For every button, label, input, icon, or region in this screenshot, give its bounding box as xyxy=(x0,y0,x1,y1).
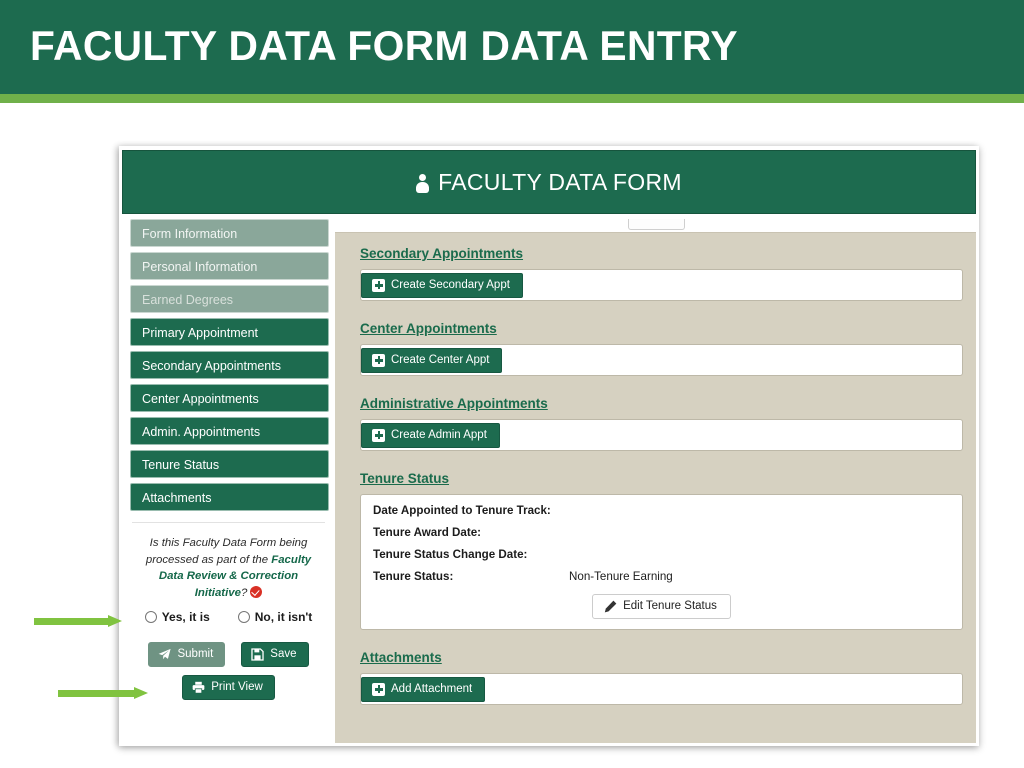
tenure-label-status-change-date: Tenure Status Change Date: xyxy=(373,548,528,561)
tenure-row: Tenure Status: Non-Tenure Earning xyxy=(373,570,950,584)
application-screenshot-card: FACULTY DATA FORM Form Information Perso… xyxy=(119,146,979,746)
secondary-action-row: Print View xyxy=(122,675,335,700)
panel-administrative-appointments: Create Admin Appt xyxy=(360,419,963,451)
review-question-part2: ? xyxy=(240,586,248,599)
panel-secondary-appointments: Create Secondary Appt xyxy=(360,269,963,301)
tenure-label-status: Tenure Status: xyxy=(373,570,454,583)
section-title-attachments: Attachments xyxy=(360,650,442,665)
plus-square-icon xyxy=(372,428,385,442)
create-center-appt-button[interactable]: Create Center Appt xyxy=(361,347,503,373)
tenure-edit-row: Edit Tenure Status xyxy=(373,594,950,619)
radio-option-no[interactable]: No, it isn't xyxy=(237,610,313,624)
floppy-disk-icon xyxy=(251,648,264,661)
sidebar-item-label: Secondary Appointments xyxy=(142,359,281,373)
tenure-row: Tenure Award Date: xyxy=(373,526,950,540)
tenure-value-status: Non-Tenure Earning xyxy=(569,570,673,583)
sidebar: Form Information Personal Information Ea… xyxy=(122,219,335,743)
edit-tenure-status-label: Edit Tenure Status xyxy=(623,600,717,612)
sidebar-item-primary-appointment[interactable]: Primary Appointment xyxy=(130,318,329,346)
required-check-icon xyxy=(250,585,263,598)
arrow-shaft xyxy=(58,690,134,697)
review-radio-group: Yes, it is No, it isn't xyxy=(122,610,335,624)
sidebar-item-admin-appointments[interactable]: Admin. Appointments xyxy=(130,417,329,445)
save-button[interactable]: Save xyxy=(241,642,309,667)
printer-icon xyxy=(192,681,205,694)
edit-tenure-status-button[interactable]: Edit Tenure Status xyxy=(592,594,731,619)
arrow-shaft xyxy=(34,618,108,625)
radio-label-yes: Yes, it is xyxy=(161,610,210,624)
sidebar-item-label: Primary Appointment xyxy=(142,326,259,340)
tenure-label-award-date: Tenure Award Date: xyxy=(373,526,482,539)
sidebar-item-label: Admin. Appointments xyxy=(142,425,261,439)
section-title-tenure-status: Tenure Status xyxy=(360,471,450,486)
sidebar-item-personal-information[interactable]: Personal Information xyxy=(130,252,329,280)
sidebar-item-form-information[interactable]: Form Information xyxy=(130,219,329,247)
sidebar-item-label: Attachments xyxy=(142,491,212,505)
radio-option-yes[interactable]: Yes, it is xyxy=(144,610,210,624)
main-content-scroll-area[interactable]: Secondary Appointments Create Secondary … xyxy=(335,219,976,743)
tenure-row: Tenure Status Change Date: xyxy=(373,548,950,562)
sidebar-item-label: Personal Information xyxy=(142,260,258,274)
create-admin-appt-label: Create Admin Appt xyxy=(391,428,487,441)
app-header-title: FACULTY DATA FORM xyxy=(438,168,682,195)
sidebar-item-attachments[interactable]: Attachments xyxy=(130,483,329,511)
sidebar-item-label: Earned Degrees xyxy=(142,293,234,307)
sidebar-item-secondary-appointments[interactable]: Secondary Appointments xyxy=(130,351,329,379)
panel-attachments: Add Attachment xyxy=(360,673,963,705)
section-attachments: Attachments Add Attachment xyxy=(360,649,963,705)
print-view-button[interactable]: Print View xyxy=(182,675,275,700)
section-center-appointments: Center Appointments Create Center Appt xyxy=(360,320,963,376)
create-secondary-appt-button[interactable]: Create Secondary Appt xyxy=(361,272,523,298)
create-secondary-appt-label: Create Secondary Appt xyxy=(391,278,510,291)
radio-dot-no[interactable] xyxy=(237,611,250,623)
section-title-center-appointments: Center Appointments xyxy=(360,321,497,336)
scrolled-panel-edge xyxy=(335,219,976,233)
save-button-label: Save xyxy=(270,648,297,660)
sidebar-item-center-appointments[interactable]: Center Appointments xyxy=(130,384,329,412)
partially-visible-button[interactable] xyxy=(628,219,685,230)
app-body: Form Information Personal Information Ea… xyxy=(122,219,976,743)
radio-dot-yes[interactable] xyxy=(144,611,157,623)
create-center-appt-label: Create Center Appt xyxy=(391,353,490,366)
primary-action-row: Submit Save xyxy=(122,642,335,667)
plus-square-icon xyxy=(372,682,385,696)
add-attachment-button[interactable]: Add Attachment xyxy=(361,676,486,702)
arrow-head xyxy=(108,615,122,627)
section-title-secondary-appointments: Secondary Appointments xyxy=(360,246,524,261)
create-admin-appt-button[interactable]: Create Admin Appt xyxy=(361,422,500,448)
tenure-row: Date Appointed to Tenure Track: xyxy=(373,504,950,518)
submit-button-label: Submit xyxy=(177,648,214,660)
section-title-administrative-appointments: Administrative Appointments xyxy=(360,396,548,411)
review-initiative-question: Is this Faculty Data Form being processe… xyxy=(136,535,321,601)
panel-center-appointments: Create Center Appt xyxy=(360,344,963,376)
section-secondary-appointments: Secondary Appointments Create Secondary … xyxy=(360,245,963,301)
app-header: FACULTY DATA FORM xyxy=(122,150,976,214)
plus-square-icon xyxy=(372,278,385,292)
pencil-icon xyxy=(604,600,617,613)
section-tenure-status: Tenure Status Date Appointed to Tenure T… xyxy=(360,470,963,630)
slide-title: FACULTY DATA FORM DATA ENTRY xyxy=(30,22,738,69)
add-attachment-label: Add Attachment xyxy=(391,682,473,695)
print-view-button-label: Print View xyxy=(211,681,263,693)
panel-tenure-status: Date Appointed to Tenure Track: Tenure A… xyxy=(360,494,963,630)
slide-title-banner: FACULTY DATA FORM DATA ENTRY xyxy=(0,0,1024,94)
tenure-label-date-appointed: Date Appointed to Tenure Track: xyxy=(373,504,551,517)
sidebar-item-label: Tenure Status xyxy=(142,458,220,472)
arrow-to-review-question xyxy=(34,615,122,627)
app-header-title-wrap: FACULTY DATA FORM xyxy=(416,169,682,196)
user-icon xyxy=(416,173,430,193)
sidebar-item-label: Center Appointments xyxy=(142,392,259,406)
sidebar-divider xyxy=(132,522,325,523)
radio-label-no: No, it isn't xyxy=(254,610,313,624)
plus-square-icon xyxy=(372,353,385,367)
sidebar-item-label: Form Information xyxy=(142,227,238,241)
paper-plane-icon xyxy=(158,648,172,661)
submit-button[interactable]: Submit xyxy=(148,642,226,667)
arrow-to-print-view xyxy=(58,687,148,699)
banner-accent-stripe xyxy=(0,94,1024,103)
arrow-head xyxy=(134,687,148,699)
section-administrative-appointments: Administrative Appointments Create Admin… xyxy=(360,395,963,451)
sidebar-item-tenure-status[interactable]: Tenure Status xyxy=(130,450,329,478)
sidebar-item-earned-degrees[interactable]: Earned Degrees xyxy=(130,285,329,313)
